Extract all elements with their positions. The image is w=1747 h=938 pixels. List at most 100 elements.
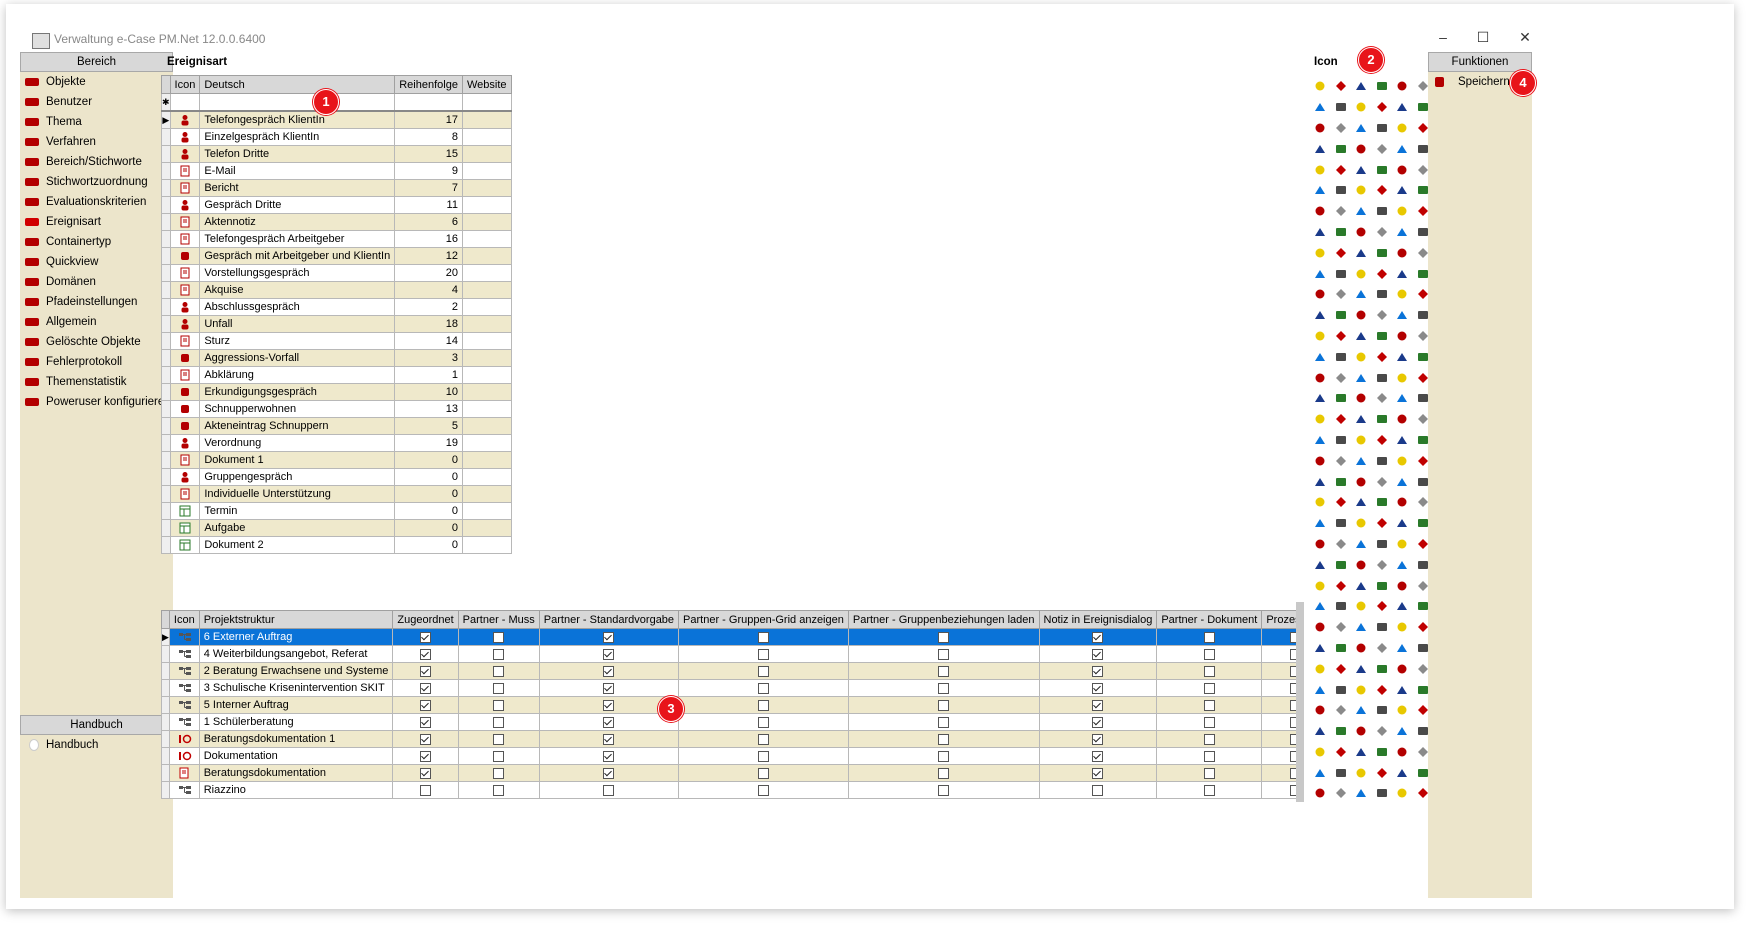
reihenfolge-cell[interactable]: 0 — [394, 468, 463, 486]
palette-icon[interactable] — [1372, 679, 1393, 700]
deutsch-cell[interactable]: Sturz — [199, 332, 396, 350]
palette-icon[interactable] — [1351, 430, 1372, 451]
column-header-icon[interactable]: Icon — [168, 610, 200, 629]
palette-icon[interactable] — [1351, 76, 1372, 97]
website-cell[interactable] — [461, 179, 512, 197]
row-selector[interactable] — [161, 519, 171, 537]
website-cell[interactable] — [461, 196, 512, 214]
checkbox[interactable] — [1203, 716, 1215, 728]
website-cell[interactable] — [461, 383, 512, 401]
checkbox[interactable] — [420, 631, 432, 643]
palette-icon[interactable] — [1351, 138, 1372, 159]
nav-item-quickview[interactable]: Quickview — [20, 252, 173, 272]
website-cell[interactable] — [461, 264, 512, 282]
deutsch-cell[interactable]: Aktennotiz — [199, 213, 396, 231]
row-selector[interactable] — [161, 230, 171, 248]
icon-panel-scrollbar[interactable] — [1296, 602, 1304, 802]
website-cell[interactable] — [461, 110, 512, 129]
checkbox[interactable] — [1092, 699, 1104, 711]
checkbox[interactable] — [1203, 699, 1215, 711]
deutsch-cell[interactable]: Bericht — [199, 179, 396, 197]
deutsch-cell[interactable]: Gruppengespräch — [199, 468, 396, 486]
table-row[interactable]: 4 Weiterbildungsangebot, Referat — [161, 645, 1330, 663]
palette-icon[interactable] — [1351, 263, 1372, 284]
palette-icon[interactable] — [1372, 346, 1393, 367]
nav-item-poweruser-konfigurieren[interactable]: Poweruser konfigurieren — [20, 392, 173, 412]
palette-icon[interactable] — [1392, 367, 1413, 388]
palette-icon[interactable] — [1351, 596, 1372, 617]
checkbox[interactable] — [1203, 648, 1215, 660]
reihenfolge-cell[interactable]: 17 — [394, 110, 463, 129]
row-selector[interactable] — [161, 383, 171, 401]
deutsch-cell[interactable]: Telefongespräch Arbeitgeber — [199, 230, 396, 248]
reihenfolge-cell[interactable]: 15 — [394, 145, 463, 163]
palette-icon[interactable] — [1372, 554, 1393, 575]
table-row[interactable]: Aufgabe 0 — [161, 519, 512, 537]
table-row[interactable]: Dokument 10 — [161, 451, 512, 469]
palette-icon[interactable] — [1392, 430, 1413, 451]
table-row[interactable]: Einzelgespräch KlientIn 8 — [161, 128, 512, 146]
palette-icon[interactable] — [1310, 492, 1331, 513]
palette-icon[interactable] — [1351, 388, 1372, 409]
palette-icon[interactable] — [1331, 305, 1352, 326]
maximize-button[interactable]: ☐ — [1468, 29, 1498, 46]
palette-icon[interactable] — [1351, 159, 1372, 180]
reihenfolge-cell[interactable]: 1 — [394, 366, 463, 384]
website-cell[interactable] — [461, 349, 512, 367]
palette-icon[interactable] — [1372, 658, 1393, 679]
palette-icon[interactable] — [1351, 222, 1372, 243]
palette-icon[interactable] — [1372, 409, 1393, 430]
checkbox[interactable] — [1092, 784, 1104, 796]
checkbox[interactable] — [938, 682, 950, 694]
column-header-partner-gruppen-grid-anzeigen[interactable]: Partner - Gruppen-Grid anzeigen — [678, 610, 849, 629]
palette-icon[interactable] — [1310, 242, 1331, 263]
checkbox[interactable] — [757, 631, 769, 643]
nav-item-pfadeinstellungen[interactable]: Pfadeinstellungen — [20, 292, 173, 312]
handbuch-item[interactable]: Handbuch — [20, 735, 173, 755]
checkbox[interactable] — [757, 733, 769, 745]
website-cell[interactable] — [461, 434, 512, 452]
palette-icon[interactable] — [1331, 180, 1352, 201]
nav-item-thema[interactable]: Thema — [20, 112, 173, 132]
table-row[interactable]: 5 Interner Auftrag — [161, 696, 1330, 714]
table-row[interactable]: Unfall 18 — [161, 315, 512, 333]
palette-icon[interactable] — [1331, 326, 1352, 347]
palette-icon[interactable] — [1310, 159, 1331, 180]
palette-icon[interactable] — [1331, 222, 1352, 243]
row-selector[interactable] — [161, 179, 171, 197]
palette-icon[interactable] — [1392, 118, 1413, 139]
palette-icon[interactable] — [1392, 742, 1413, 763]
palette-icon[interactable] — [1351, 409, 1372, 430]
checkbox[interactable] — [1203, 767, 1215, 779]
palette-icon[interactable] — [1310, 700, 1331, 721]
palette-icon[interactable] — [1392, 388, 1413, 409]
checkbox[interactable] — [757, 767, 769, 779]
nav-item-domänen[interactable]: Domänen — [20, 272, 173, 292]
projektstruktur-cell[interactable]: Beratungsdokumentation — [198, 764, 394, 782]
palette-icon[interactable] — [1372, 242, 1393, 263]
row-selector[interactable] — [161, 332, 171, 350]
reihenfolge-cell[interactable]: 0 — [394, 502, 463, 520]
column-header-icon[interactable]: Icon — [169, 75, 201, 94]
reihenfolge-cell[interactable]: 19 — [394, 434, 463, 452]
row-selector[interactable] — [161, 662, 170, 680]
table-row[interactable]: ▶ 6 Externer Auftrag — [161, 628, 1330, 646]
nav-item-evaluationskriterien[interactable]: Evaluationskriterien — [20, 192, 173, 212]
palette-icon[interactable] — [1351, 658, 1372, 679]
palette-icon[interactable] — [1372, 388, 1393, 409]
deutsch-cell[interactable]: Verordnung — [199, 434, 396, 452]
nav-item-verfahren[interactable]: Verfahren — [20, 132, 173, 152]
checkbox[interactable] — [493, 716, 505, 728]
checkbox[interactable] — [420, 665, 432, 677]
checkbox[interactable] — [938, 733, 950, 745]
reihenfolge-cell[interactable]: 0 — [394, 485, 463, 503]
palette-icon[interactable] — [1372, 430, 1393, 451]
checkbox[interactable] — [420, 682, 432, 694]
nav-item-bereich-stichworte[interactable]: Bereich/Stichworte — [20, 152, 173, 172]
deutsch-cell[interactable]: Vorstellungsgespräch — [199, 264, 396, 282]
checkbox[interactable] — [493, 733, 505, 745]
row-selector[interactable] — [161, 298, 171, 316]
palette-icon[interactable] — [1331, 617, 1352, 638]
palette-icon[interactable] — [1351, 201, 1372, 222]
column-header-website[interactable]: Website — [461, 75, 512, 94]
